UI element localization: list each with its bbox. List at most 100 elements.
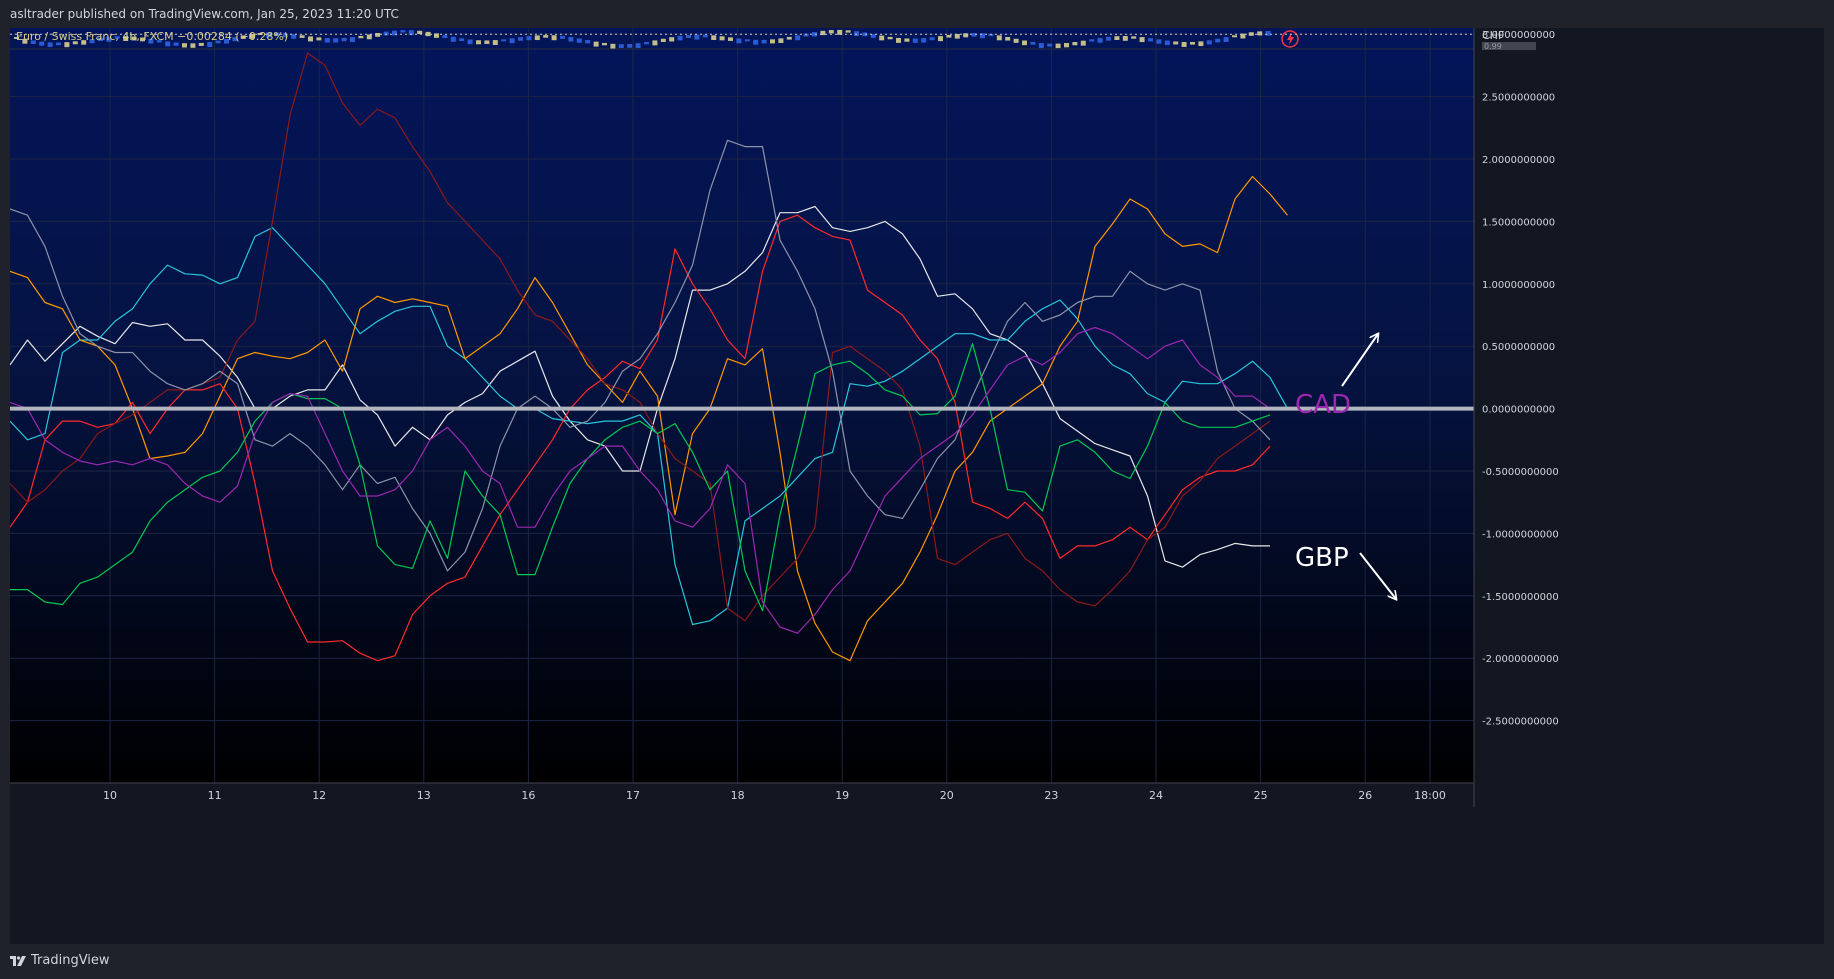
price-bar bbox=[744, 39, 750, 42]
price-bar bbox=[585, 40, 591, 44]
price-bar bbox=[828, 30, 834, 34]
gbp-annotation[interactable]: GBP bbox=[1295, 543, 1349, 573]
price-bar bbox=[1139, 37, 1145, 43]
price-bar bbox=[299, 35, 305, 38]
tradingview-logo[interactable]: TradingView bbox=[10, 953, 110, 968]
price-bar bbox=[728, 37, 733, 41]
price-bar bbox=[921, 38, 927, 43]
price-bar bbox=[1190, 41, 1195, 45]
x-tick-label: 17 bbox=[626, 789, 640, 802]
tradingview-logo-icon bbox=[10, 955, 26, 966]
price-bar bbox=[879, 35, 885, 41]
x-tick-label: 24 bbox=[1149, 789, 1163, 802]
price-bar bbox=[450, 36, 456, 42]
y-tick-label: 2.5000000000 bbox=[1482, 93, 1555, 104]
price-bar bbox=[400, 30, 406, 33]
symbol-legend[interactable]: Euro / Swiss Franc, 4h, FXCM −0.00284 (−… bbox=[16, 30, 288, 43]
publish-info: asltrader published on TradingView.com, … bbox=[10, 7, 399, 21]
price-bar bbox=[1181, 41, 1187, 47]
price-bar bbox=[719, 36, 725, 41]
price-bar bbox=[627, 43, 633, 48]
price-bar bbox=[560, 35, 565, 39]
price-bar bbox=[669, 37, 675, 42]
price-bar bbox=[1080, 40, 1086, 46]
price-bar bbox=[459, 38, 465, 41]
price-bar bbox=[1097, 37, 1103, 43]
price-bar bbox=[1164, 40, 1170, 46]
x-tick-label: 25 bbox=[1254, 789, 1268, 802]
y-tick-label: -2.5000000000 bbox=[1482, 717, 1559, 728]
y-tick-label: -0.5000000000 bbox=[1482, 467, 1559, 478]
price-bar bbox=[383, 31, 389, 36]
price-bar bbox=[1215, 38, 1221, 43]
price-bar bbox=[652, 40, 658, 46]
price-bar bbox=[1206, 40, 1212, 45]
price-bar bbox=[47, 42, 53, 47]
brand-name: TradingView bbox=[31, 953, 110, 968]
price-bar bbox=[938, 36, 943, 42]
price-bar bbox=[1198, 41, 1204, 47]
x-tick-label: 23 bbox=[1044, 789, 1058, 802]
price-label: 0.99 bbox=[1484, 42, 1502, 51]
price-bar bbox=[316, 37, 322, 41]
chart-svg[interactable]: Euro / Swiss Franc, 4h, FXCM −0.00284 (−… bbox=[10, 28, 1824, 944]
price-bar bbox=[576, 38, 582, 43]
price-bar bbox=[593, 41, 599, 47]
price-bar bbox=[442, 35, 448, 39]
price-bar bbox=[1038, 43, 1044, 49]
price-bar bbox=[417, 30, 423, 35]
price-bar bbox=[366, 34, 372, 40]
y-tick-label: 1.5000000000 bbox=[1482, 217, 1555, 228]
price-bar bbox=[618, 44, 624, 48]
price-bar bbox=[854, 31, 859, 37]
price-bar bbox=[358, 35, 364, 39]
price-bar bbox=[1257, 31, 1263, 36]
price-bar bbox=[694, 34, 700, 40]
cad-annotation[interactable]: CAD bbox=[1295, 390, 1351, 420]
price-bar bbox=[1064, 43, 1069, 48]
price-bar bbox=[1148, 38, 1153, 42]
x-tick-label: 18:00 bbox=[1414, 789, 1446, 802]
price-bar bbox=[736, 38, 742, 44]
price-bar bbox=[492, 40, 498, 45]
price-bar bbox=[1047, 43, 1053, 47]
price-bar bbox=[1072, 42, 1078, 46]
chart-frame[interactable]: Euro / Swiss Franc, 4h, FXCM −0.00284 (−… bbox=[10, 28, 1824, 944]
y-tick-label: 0.5000000000 bbox=[1482, 342, 1555, 353]
price-bar bbox=[602, 42, 607, 46]
price-bar bbox=[543, 35, 549, 38]
price-bar bbox=[996, 35, 1002, 41]
x-tick-label: 16 bbox=[521, 789, 535, 802]
price-bar bbox=[182, 43, 187, 48]
footer: TradingView bbox=[0, 944, 1834, 979]
price-bar bbox=[887, 36, 893, 40]
price-bar bbox=[1089, 39, 1095, 42]
price-bar bbox=[845, 30, 851, 33]
price-bar bbox=[375, 32, 381, 37]
price-bar bbox=[770, 39, 775, 44]
price-bar bbox=[1156, 39, 1162, 44]
price-bar bbox=[1131, 36, 1137, 39]
price-bar bbox=[761, 39, 767, 44]
price-bar bbox=[324, 38, 330, 43]
y-tick-label: 1.0000000000 bbox=[1482, 280, 1555, 291]
x-tick-label: 20 bbox=[940, 789, 954, 802]
price-bar bbox=[467, 39, 473, 45]
price-bar bbox=[635, 43, 641, 48]
price-bar bbox=[568, 37, 574, 42]
price-bar bbox=[896, 37, 901, 43]
publish-header: asltrader published on TradingView.com, … bbox=[0, 0, 1834, 28]
price-bar bbox=[610, 43, 616, 49]
x-tick-label: 10 bbox=[103, 789, 117, 802]
y-tick-label: 0.0000000000 bbox=[1482, 405, 1555, 416]
price-bar bbox=[1223, 37, 1229, 42]
price-bar bbox=[660, 38, 666, 43]
price-bar bbox=[753, 39, 759, 45]
plot-background bbox=[10, 28, 1474, 783]
price-bar bbox=[509, 38, 515, 44]
price-bar bbox=[795, 35, 801, 41]
price-bar bbox=[1232, 35, 1237, 38]
x-tick-label: 13 bbox=[417, 789, 431, 802]
price-bar bbox=[971, 33, 977, 37]
price-bar bbox=[526, 36, 532, 41]
